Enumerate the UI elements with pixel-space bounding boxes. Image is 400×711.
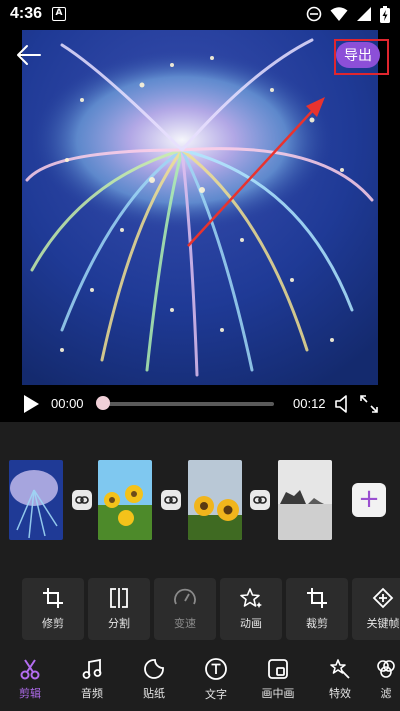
tool-crop[interactable]: 裁剪 (286, 578, 348, 640)
scissors-icon (20, 658, 40, 679)
speaker-icon (335, 395, 347, 413)
music-note-icon (82, 658, 102, 679)
seek-handle[interactable] (96, 396, 110, 410)
seaside-rocks-thumb (278, 460, 332, 540)
speed-gauge-icon (174, 588, 196, 605)
link-icon (164, 496, 178, 504)
link-icon (75, 496, 89, 504)
sunflower-field-thumb (188, 460, 242, 540)
expand-icon (360, 395, 378, 413)
fullscreen-button[interactable] (359, 394, 379, 414)
tab-pip[interactable]: 画中画 (248, 650, 308, 708)
tool-trim[interactable]: 修剪 (22, 578, 84, 640)
fireworks-thumb (9, 460, 63, 540)
player-controls: 00:00 00:12 (0, 386, 400, 422)
seek-bar[interactable] (104, 402, 274, 406)
play-button[interactable] (22, 394, 40, 414)
volume-button[interactable] (333, 394, 353, 414)
split-icon (110, 588, 128, 608)
tool-animation[interactable]: 动画 (220, 578, 282, 640)
tab-edit[interactable]: 剪辑 (0, 650, 60, 708)
current-time: 00:00 (51, 396, 84, 411)
tool-split[interactable]: 分割 (88, 578, 150, 640)
crop-icon (307, 588, 327, 608)
filter-icon (377, 659, 395, 678)
crop-icon (43, 588, 63, 608)
sticker-icon (144, 658, 164, 679)
transition-link-button[interactable] (161, 490, 181, 510)
tab-filter[interactable]: 滤 (366, 650, 400, 708)
tab-sticker[interactable]: 贴纸 (124, 650, 184, 708)
transition-link-button[interactable] (250, 490, 270, 510)
sparkle-star-icon (240, 588, 262, 608)
clip-thumbnail[interactable] (278, 460, 332, 540)
tab-text[interactable]: 文字 (186, 650, 246, 708)
text-icon (205, 657, 227, 680)
editor-panel: + 修剪 分割 变速 动画 裁剪 关键帧 剪辑 音频 贴纸 文字 画中画 特效 … (0, 422, 400, 711)
total-time: 00:12 (293, 396, 326, 411)
link-icon (253, 496, 267, 504)
tool-keyframe[interactable]: 关键帧 (352, 578, 400, 640)
magic-wand-icon (330, 658, 350, 679)
edit-tools: 修剪 分割 变速 动画 裁剪 关键帧 (22, 578, 400, 640)
clip-thumbnail[interactable] (98, 460, 152, 540)
transition-link-button[interactable] (72, 490, 92, 510)
add-clip-button[interactable]: + (352, 483, 386, 517)
tab-effects[interactable]: 特效 (310, 650, 370, 708)
tool-speed[interactable]: 变速 (154, 578, 216, 640)
keyframe-icon (372, 587, 394, 609)
picture-in-picture-icon (268, 658, 288, 679)
clip-thumbnail[interactable] (9, 460, 63, 540)
bottom-tab-bar: 剪辑 音频 贴纸 文字 画中画 特效 滤 (0, 650, 400, 708)
tab-audio[interactable]: 音频 (62, 650, 122, 708)
play-icon (24, 395, 39, 413)
clip-thumbnail[interactable] (188, 460, 242, 540)
sunflowers-thumb (98, 460, 152, 540)
